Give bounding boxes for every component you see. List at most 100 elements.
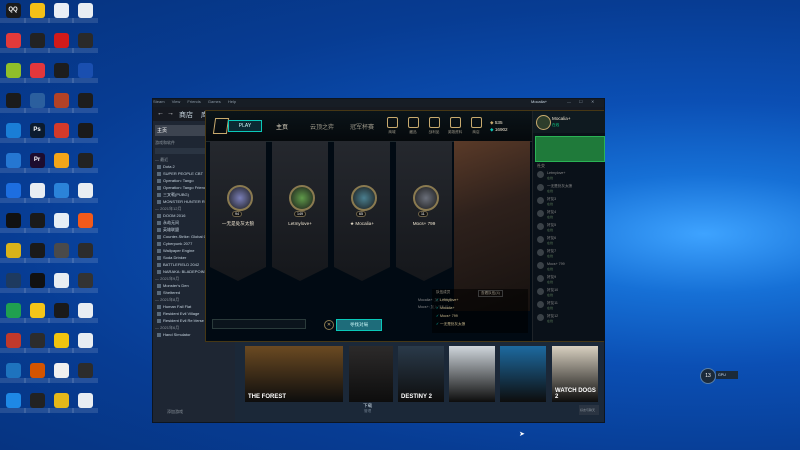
friend-row[interactable]: 好友7 在线 [537,249,601,259]
store-tile[interactable] [449,346,495,402]
desktop-icon[interactable] [0,213,26,233]
chat-input[interactable] [212,319,306,329]
desktop-icon[interactable] [0,153,26,173]
desktop-icon[interactable] [24,303,50,323]
store-tile[interactable] [500,346,546,402]
desktop-icon[interactable] [24,183,50,203]
desktop-icon[interactable] [72,93,98,113]
friend-row[interactable]: 好友4 在线 [537,210,601,220]
desktop-icon[interactable] [24,363,50,383]
desktop-icon[interactable] [0,363,26,383]
lol-nav-icon[interactable]: 英雄资料 [447,117,463,135]
desktop-icon[interactable] [0,123,26,143]
store-tile[interactable]: THE FOREST [245,346,343,402]
back-button[interactable]: ← [157,110,164,117]
desktop-icon[interactable] [24,63,50,83]
friend-row[interactable]: 好友10 在线 [537,288,601,298]
cancel-lobby-icon[interactable]: ✕ [324,320,334,330]
desktop-icon[interactable] [72,363,98,383]
desktop-icon[interactable] [72,303,98,323]
social-banner[interactable] [535,136,605,162]
desktop-icon[interactable] [48,243,74,263]
desktop-icon[interactable] [0,183,26,203]
friend-row[interactable]: 好友6 在线 [537,236,601,246]
nav-store[interactable]: 商店 [179,110,193,120]
menu-view[interactable]: View [172,99,181,104]
friend-row[interactable]: Letmylove+ 在线 [537,171,601,181]
lol-nav-icon[interactable]: 藏品 [405,117,421,135]
desktop-icon[interactable] [72,153,98,173]
desktop-icon[interactable]: Ps [24,123,50,143]
friend-row[interactable]: 好友9 在线 [537,275,601,285]
desktop-icon[interactable] [24,273,50,293]
desktop-icon[interactable] [48,393,74,413]
find-match-button[interactable]: 寻找对局 [336,319,382,331]
tab-tft[interactable]: 云顶之弈 [310,122,334,131]
close-icon[interactable]: ✕ [591,99,594,104]
desktop-icon[interactable] [0,273,26,293]
lol-logo[interactable] [212,118,230,134]
desktop-icon[interactable] [48,153,74,173]
desktop-icon[interactable] [48,273,74,293]
friend-row[interactable]: 好友3 在线 [537,197,601,207]
desktop-icon[interactable] [72,333,98,353]
desktop-icon[interactable] [48,333,74,353]
add-game-button[interactable]: 添加游戏 [167,409,183,415]
desktop-icon[interactable] [72,213,98,233]
player-banner[interactable]: 65 ★ Mocalia+ [334,141,390,281]
play-button[interactable]: PLAY [228,120,262,132]
desktop-icon[interactable] [0,393,26,413]
desktop-icon[interactable] [48,303,74,323]
maximize-icon[interactable]: ☐ [579,99,583,104]
desktop-icon[interactable] [0,243,26,263]
members-filter[interactable]: 查看队伍(4) [478,290,503,297]
desktop-icon[interactable] [0,63,26,83]
desktop-icon[interactable] [72,3,98,23]
desktop-icon[interactable] [48,33,74,53]
desktop-icon[interactable] [0,33,26,53]
steam-account-name[interactable]: Mocalia+ [531,99,547,104]
member-row[interactable]: ✓ 一无是处灰太狼 [436,322,465,327]
friend-row[interactable]: 一无是处灰太狼 在线 [537,184,601,194]
self-card[interactable]: Mocalia+ 在线 [533,111,605,133]
minimize-icon[interactable]: — [567,99,571,104]
desktop-icon[interactable] [24,3,50,23]
menu-games[interactable]: Games [208,99,221,104]
menu-friends[interactable]: Friends [187,99,200,104]
desktop-icon[interactable] [72,183,98,203]
desktop-icon[interactable] [24,93,50,113]
desktop-icon[interactable] [0,303,26,323]
desktop-icon[interactable] [72,273,98,293]
friend-row[interactable]: Mocs+ 799 在线 [537,262,601,272]
desktop-icon[interactable]: QQ [0,3,26,23]
member-row[interactable]: ✓ Mocalia+ [436,306,455,310]
player-banner[interactable]: 11 Mocs+ 799 [396,141,452,281]
store-tile[interactable]: DESTINY 2 [398,346,444,402]
lol-nav-icon[interactable]: 商城 [384,117,400,135]
forward-button[interactable]: → [167,110,174,117]
lol-nav-icon[interactable]: 战利品 [426,117,442,135]
desktop-icon[interactable] [72,393,98,413]
desktop-icon[interactable] [24,213,50,233]
tab-home[interactable]: 主页 [276,122,288,131]
desktop-icon[interactable] [48,363,74,383]
desktop-icon[interactable]: Pr [24,153,50,173]
tray-bubble[interactable]: 13 GPU [700,368,738,384]
desktop-icon[interactable] [24,393,50,413]
store-tile[interactable]: WATCH DOGS 2 [552,346,598,402]
player-banner[interactable]: 94 一无是处灰太狼 [210,141,266,281]
desktop-icon[interactable] [0,93,26,113]
lol-client[interactable]: PLAY 主页 云顶之弈 冠军杯赛 商城 藏品 战利品 英雄资料 商店 ◆ 535 ◆ … [205,110,605,342]
desktop-icon[interactable] [48,93,74,113]
lol-nav-icon[interactable]: 商店 [468,117,484,135]
friend-row[interactable]: 好友11 在线 [537,301,601,311]
desktop-icon[interactable] [24,243,50,263]
desktop-icon[interactable] [48,213,74,233]
tab-clash[interactable]: 冠军杯赛 [350,122,374,131]
friend-row[interactable]: 好友5 在线 [537,223,601,233]
desktop-icon[interactable] [48,3,74,23]
desktop-icon[interactable] [0,333,26,353]
desktop-icon[interactable] [72,123,98,143]
menu-steam[interactable]: Steam [153,99,165,104]
desktop-icon[interactable] [72,33,98,53]
